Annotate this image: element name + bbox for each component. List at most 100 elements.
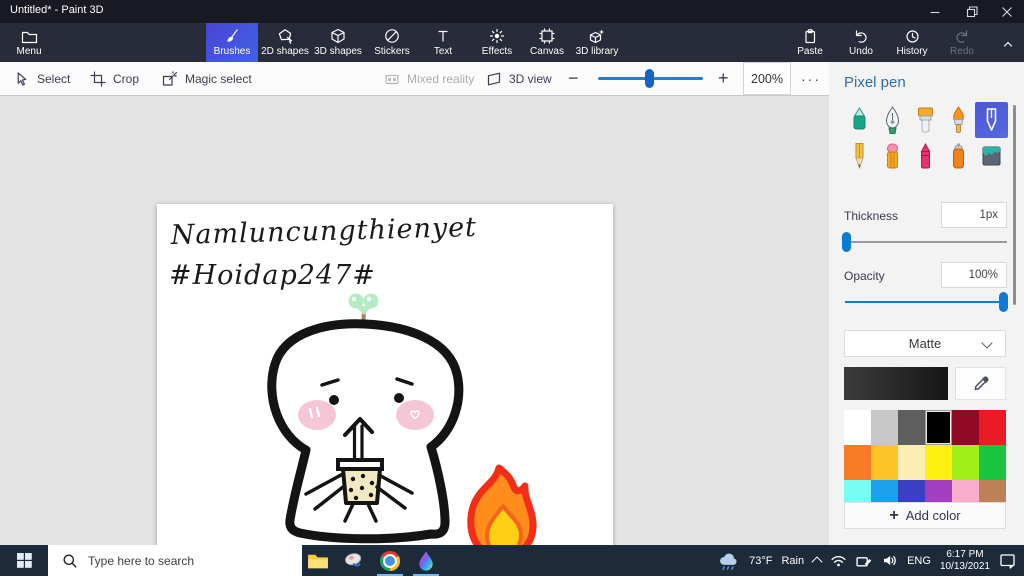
tab-3d-library[interactable]: 3D library: [571, 23, 623, 62]
tab-stickers[interactable]: Stickers: [366, 23, 418, 62]
text-icon: [435, 28, 451, 44]
history-button[interactable]: History: [888, 23, 936, 62]
maximize-button[interactable]: [953, 0, 990, 23]
opacity-slider-track[interactable]: [845, 301, 1007, 303]
tab-effects[interactable]: Effects: [471, 23, 523, 62]
close-button[interactable]: [990, 0, 1024, 23]
color-swatch-orange[interactable]: [844, 445, 871, 480]
tab-2d-shapes-label: 2D shapes: [261, 46, 309, 57]
select-tool[interactable]: Select: [14, 62, 70, 95]
zoom-in-button[interactable]: +: [718, 62, 729, 95]
color-swatch-red[interactable]: [979, 410, 1006, 445]
thickness-slider-track[interactable]: [845, 241, 1007, 243]
weather-desc[interactable]: Rain: [781, 555, 804, 567]
paste-button[interactable]: Paste: [788, 23, 832, 62]
brush-marker[interactable]: [843, 102, 876, 138]
material-dropdown[interactable]: Matte: [844, 330, 1006, 357]
weather-icon[interactable]: [718, 551, 740, 571]
history-label: History: [896, 46, 928, 57]
panel-scrollbar[interactable]: [1013, 105, 1016, 305]
weather-temp[interactable]: 73°F: [749, 555, 772, 567]
add-color-button[interactable]: + Add color: [844, 502, 1006, 529]
tab-brushes[interactable]: Brushes: [206, 23, 258, 62]
magic-select-icon: [162, 70, 178, 86]
color-swatch-white[interactable]: [844, 410, 871, 445]
menu-button[interactable]: Menu: [6, 23, 52, 62]
tab-stickers-label: Stickers: [374, 46, 410, 57]
zoom-out-button[interactable]: −: [568, 62, 579, 95]
taskbar-search[interactable]: [48, 545, 302, 576]
chrome-icon: [380, 550, 400, 571]
color-swatch-light-gray[interactable]: [871, 410, 898, 445]
collapse-ribbon-button[interactable]: [994, 23, 1022, 62]
crayon-icon: [920, 142, 931, 169]
clock-date: 10/13/2021: [939, 560, 990, 572]
mixed-reality-tool[interactable]: Mixed reality: [384, 62, 474, 95]
start-button[interactable]: [0, 545, 48, 576]
thickness-label: Thickness: [844, 209, 899, 223]
paint-3d-icon: [419, 550, 433, 571]
color-swatch-dark-red[interactable]: [952, 410, 979, 445]
brush-paint-brush[interactable]: [909, 102, 942, 138]
thickness-input[interactable]: [941, 202, 1007, 228]
tab-text[interactable]: Text: [417, 23, 469, 62]
zoom-level-box[interactable]: 200%: [743, 62, 791, 95]
opacity-input[interactable]: [941, 262, 1007, 288]
zoom-slider-thumb[interactable]: [645, 69, 654, 88]
tab-3d-shapes[interactable]: 3D shapes: [312, 23, 364, 62]
color-swatch-yellow[interactable]: [925, 445, 952, 480]
color-swatch-gray[interactable]: [898, 410, 925, 445]
speaker-icon[interactable]: [882, 553, 898, 568]
color-swatch-lime[interactable]: [952, 445, 979, 480]
color-swatch-black-selected[interactable]: [925, 410, 952, 445]
wifi-icon[interactable]: [830, 553, 847, 568]
brush-pencil[interactable]: [843, 138, 876, 174]
color-swatch-cream[interactable]: [898, 445, 925, 480]
redo-button[interactable]: Redo: [941, 23, 983, 62]
color-swatch-gold[interactable]: [871, 445, 898, 480]
panel-title: Pixel pen: [844, 74, 906, 91]
brush-eraser[interactable]: [876, 138, 909, 174]
color-swatch-green[interactable]: [979, 445, 1006, 480]
3d-library-icon: [589, 28, 605, 44]
action-center-icon[interactable]: [999, 553, 1016, 569]
show-hidden-icons-chevron[interactable]: [811, 556, 823, 568]
touch-keyboard-icon[interactable]: [856, 553, 873, 568]
brush-pixel-pen-selected[interactable]: [975, 102, 1008, 138]
file-explorer-button[interactable]: [300, 545, 336, 576]
canvas-artwork: Namluncungthienyet #Hoidap247#: [169, 212, 537, 562]
undo-button[interactable]: Undo: [840, 23, 882, 62]
brush-calligraphy-pen[interactable]: [876, 102, 909, 138]
brush-fill-bucket[interactable]: [975, 138, 1008, 174]
opacity-slider-thumb[interactable]: [999, 292, 1008, 312]
more-options-button[interactable]: ···: [795, 62, 827, 95]
tab-2d-shapes[interactable]: 2D shapes: [259, 23, 311, 62]
brush-crayon[interactable]: [909, 138, 942, 174]
taskbar-clock[interactable]: 6:17 PM 10/13/2021: [940, 549, 990, 572]
minimize-icon: [930, 11, 940, 13]
pinned-app-button[interactable]: [336, 545, 372, 576]
paint-3d-button[interactable]: [408, 545, 444, 576]
drawing-canvas[interactable]: Namluncungthienyet #Hoidap247#: [157, 204, 613, 563]
chrome-button[interactable]: [372, 545, 408, 576]
brush-settings-panel: Pixel pen Thickness 1px Opacity 100% Mat…: [829, 62, 1024, 545]
opacity-label: Opacity: [844, 269, 885, 283]
brush-oil-brush[interactable]: [942, 102, 975, 138]
brush-spray-can[interactable]: [942, 138, 975, 174]
thickness-slider-thumb[interactable]: [842, 232, 851, 252]
crop-label: Crop: [113, 71, 140, 86]
minimize-button[interactable]: [917, 0, 953, 23]
magic-select-tool[interactable]: Magic select: [162, 62, 252, 95]
select-label: Select: [37, 71, 71, 86]
current-color-swatch[interactable]: [844, 367, 948, 400]
mixed-reality-icon: [385, 74, 399, 84]
window-title: Untitled* - Paint 3D: [10, 4, 104, 16]
zoom-out-label: −: [568, 68, 579, 88]
eyedropper-icon: [974, 375, 989, 390]
eyedropper-button[interactable]: [955, 367, 1006, 400]
tab-canvas[interactable]: Canvas: [521, 23, 573, 62]
crop-tool[interactable]: Crop: [90, 62, 139, 95]
search-input[interactable]: [86, 552, 280, 569]
language-indicator[interactable]: ENG: [907, 555, 931, 567]
3d-view-tool[interactable]: 3D view: [486, 62, 552, 95]
